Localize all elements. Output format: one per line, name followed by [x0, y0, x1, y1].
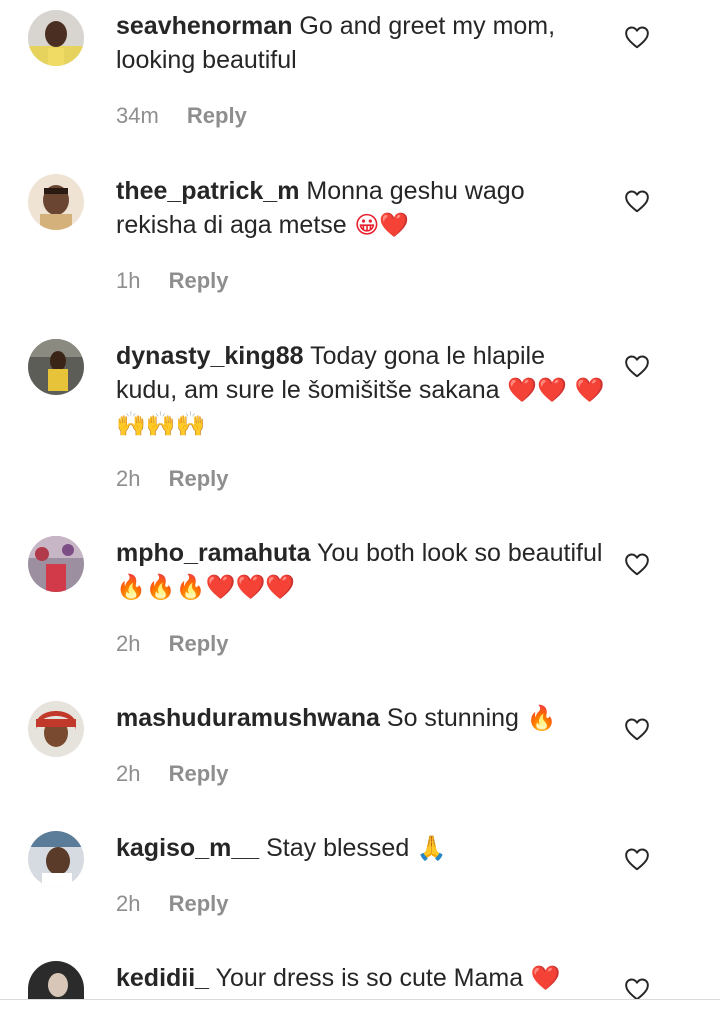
comment-text: thee_patrick_m Monna geshu wago rekisha … — [116, 174, 606, 242]
comment-text: dynasty_king88 Today gona le hlapile kud… — [116, 339, 606, 441]
comment-text: mashuduramushwana So stunning 🔥 — [116, 701, 606, 735]
comment-meta: 2h Reply — [116, 890, 229, 918]
comment-username[interactable]: seavhenorman — [116, 12, 292, 40]
heart-outline-icon[interactable] — [624, 717, 650, 741]
comment-emoji: 😀❤️ — [346, 211, 410, 239]
comment-meta: 34m Reply — [116, 102, 247, 130]
comment-text: mpho_ramahuta You both look so beautiful… — [116, 536, 606, 604]
heart-outline-icon[interactable] — [624, 552, 650, 576]
heart-outline-icon[interactable] — [624, 354, 650, 378]
comment-emoji: 🙏 — [409, 834, 447, 862]
comment-meta: 2h Reply — [116, 630, 229, 658]
comment-text: seavhenorman Go and greet my mom, lookin… — [116, 9, 606, 77]
avatar[interactable] — [28, 831, 84, 887]
avatar[interactable] — [28, 701, 84, 757]
comment-username[interactable]: thee_patrick_m — [116, 177, 299, 205]
comment-time: 1h — [116, 268, 141, 293]
avatar[interactable] — [28, 339, 84, 395]
comment-username[interactable]: mpho_ramahuta — [116, 539, 310, 567]
reply-button[interactable]: Reply — [169, 466, 229, 491]
comment-username[interactable]: kagiso_m__ — [116, 834, 259, 862]
reply-button[interactable]: Reply — [169, 891, 229, 916]
comment-meta: 2h Reply — [116, 760, 229, 788]
avatar[interactable] — [28, 536, 84, 592]
comment-emoji: ❤️ — [523, 964, 561, 992]
reply-button[interactable]: Reply — [169, 631, 229, 656]
heart-outline-icon[interactable] — [624, 977, 650, 1001]
comment-text: kedidii_ Your dress is so cute Mama ❤️ — [116, 961, 606, 995]
comment-emoji: 🔥 — [518, 704, 557, 732]
comment-emoji: 🔥🔥🔥❤️❤️❤️ — [116, 573, 296, 601]
comment-time: 2h — [116, 891, 141, 916]
comment-time: 34m — [116, 103, 159, 128]
comment-username[interactable]: kedidii_ — [116, 964, 209, 992]
heart-outline-icon[interactable] — [624, 25, 650, 49]
comment-time: 2h — [116, 631, 141, 656]
avatar[interactable] — [28, 961, 84, 999]
heart-outline-icon[interactable] — [624, 189, 650, 213]
comment-meta: 1h Reply — [116, 267, 229, 295]
heart-outline-icon[interactable] — [624, 847, 650, 871]
reply-button[interactable]: Reply — [169, 761, 229, 786]
bottom-bar — [0, 1000, 720, 1015]
reply-button[interactable]: Reply — [169, 268, 229, 293]
comment-body: Stay blessed — [266, 834, 410, 862]
comment-body: You both look so beautiful — [316, 539, 603, 567]
comment-time: 2h — [116, 761, 141, 786]
comment-time: 2h — [116, 466, 141, 491]
comment-meta: 2h Reply — [116, 465, 229, 493]
comment-body: So stunning — [386, 704, 519, 732]
comment-username[interactable]: dynasty_king88 — [116, 342, 304, 370]
reply-button[interactable]: Reply — [187, 103, 247, 128]
comment-text: kagiso_m__ Stay blessed 🙏 — [116, 831, 606, 865]
avatar[interactable] — [28, 174, 84, 230]
avatar[interactable] — [28, 10, 84, 66]
comment-username[interactable]: mashuduramushwana — [116, 704, 380, 732]
comment-body: Your dress is so cute Mama — [215, 964, 524, 992]
